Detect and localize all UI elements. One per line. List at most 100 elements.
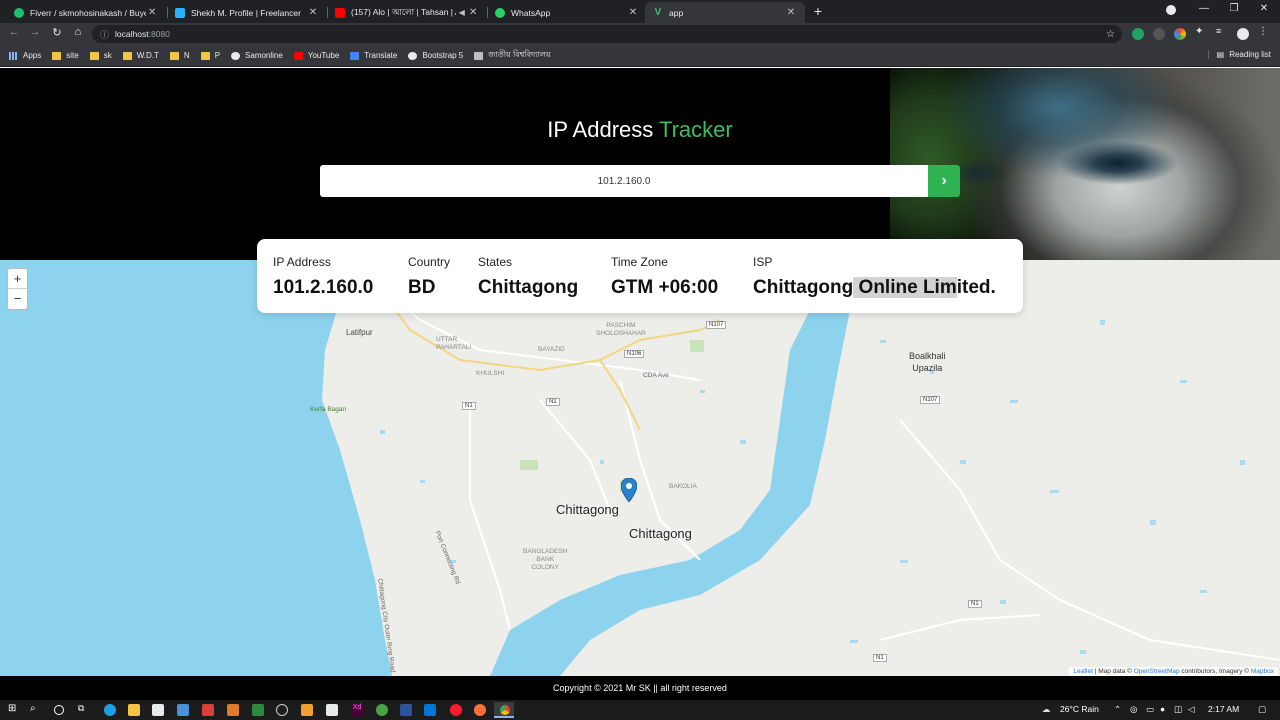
ip-search-input[interactable]	[320, 165, 928, 197]
map[interactable]: Chittagong Chittagong Boalkhali Upazila L…	[0, 260, 1280, 676]
edge-icon[interactable]	[104, 704, 116, 716]
zoom-out-button[interactable]: −	[8, 289, 27, 309]
bookmark-national-university[interactable]: জাতীয় বিশ্ববিদ্যালয়	[474, 49, 551, 62]
bookmark-apps[interactable]: Apps	[9, 51, 41, 60]
page-title: IP Address Tracker	[547, 117, 733, 142]
window-close-button[interactable]: ✕	[1256, 3, 1272, 14]
file-explorer-icon[interactable]	[128, 704, 140, 716]
translate-icon	[350, 51, 360, 60]
weather-icon[interactable]: ☁	[1042, 704, 1051, 715]
extension-icon[interactable]	[1153, 28, 1165, 40]
notepad-icon[interactable]	[326, 704, 338, 716]
hero-background-image	[890, 68, 1280, 260]
forward-arrow-icon[interactable]: →	[27, 26, 43, 38]
bookmark-p[interactable]: P	[200, 51, 220, 60]
text-selection: Online Lim	[853, 277, 957, 298]
cortana-icon[interactable]	[54, 705, 64, 715]
bookmark-translate[interactable]: Translate	[350, 51, 397, 60]
profile-icon[interactable]	[1166, 5, 1176, 15]
bookmark-site[interactable]: site	[52, 51, 79, 60]
puzzle-icon[interactable]: ✦	[1195, 26, 1207, 38]
youtube-icon	[335, 7, 345, 18]
network-icon[interactable]: ◫	[1174, 704, 1182, 715]
weather-text[interactable]: 26°C Rain	[1060, 704, 1099, 714]
leaflet-link[interactable]: Leaflet	[1073, 668, 1093, 675]
star-icon[interactable]: ☆	[1106, 29, 1115, 40]
tab-fiverr[interactable]: Fiverr / skmohosinakash / Buyer ✕	[6, 2, 166, 23]
app-icon[interactable]	[376, 704, 388, 716]
search-submit-button[interactable]: ›	[928, 165, 960, 197]
close-icon[interactable]: ✕	[785, 7, 797, 18]
bay-of-bengal	[0, 260, 392, 676]
bookmark-wdt[interactable]: W.D.T	[122, 51, 159, 60]
minimize-button[interactable]: —	[1196, 3, 1212, 14]
tab-app[interactable]: V app ✕	[645, 2, 805, 23]
app-icon[interactable]	[301, 704, 313, 716]
latifpur-label: Latifpur	[346, 328, 373, 337]
task-view-icon[interactable]: ⧉	[78, 703, 90, 715]
volume-icon[interactable]: ◁	[1188, 704, 1195, 715]
vscode-icon[interactable]	[424, 704, 436, 716]
close-icon[interactable]: ✕	[307, 7, 319, 18]
adobe-xd-icon[interactable]: Xd	[351, 704, 363, 716]
zoom-in-button[interactable]: +	[8, 269, 27, 289]
screen-recorder-icon[interactable]	[202, 704, 214, 716]
chevron-up-icon[interactable]: ⌃	[1114, 704, 1121, 715]
states-column: States Chittagong	[478, 255, 578, 299]
page: IP Address Tracker ›	[0, 68, 1280, 676]
info-icon[interactable]: ⓘ	[100, 28, 109, 41]
color-picker-icon[interactable]	[1174, 28, 1186, 40]
clock[interactable]: 2:17 AM	[1208, 704, 1239, 714]
notifications-icon[interactable]: ▢	[1258, 704, 1266, 715]
osm-link[interactable]: OpenStreetMap	[1134, 668, 1180, 675]
app-tray-icon[interactable]: ◎	[1130, 704, 1137, 715]
timezone-value: GTM +06:00	[611, 277, 719, 298]
close-icon[interactable]: ✕	[468, 7, 480, 18]
windows-start-icon[interactable]: ⊞	[8, 703, 20, 715]
menu-icon[interactable]: ⋮	[1258, 26, 1270, 38]
url-field[interactable]: ⓘ localhost:8080 ☆	[92, 25, 1122, 43]
grammarly-icon[interactable]	[1132, 28, 1144, 40]
app-icon[interactable]	[252, 704, 264, 716]
opera-icon[interactable]	[450, 704, 462, 716]
bookmark-youtube[interactable]: YouTube	[293, 51, 339, 60]
tab-freelancer[interactable]: Shekh M. Profile | Freelancer ✕	[167, 2, 327, 23]
tab-youtube[interactable]: (157) Alo | আলো | Tahsan | A ◀ ✕	[327, 2, 487, 23]
search-icon[interactable]: ⌕	[30, 703, 42, 715]
new-tab-button[interactable]: +	[810, 3, 826, 19]
bookmark-bootstrap[interactable]: Bootstrap 5	[408, 51, 463, 60]
road-shield-n106: N106	[624, 350, 645, 358]
location-marker-icon[interactable]	[621, 478, 637, 502]
microphone-icon[interactable]: ●	[1160, 704, 1165, 714]
reading-list[interactable]: ▤ Reading list	[1207, 50, 1271, 59]
store-icon[interactable]	[152, 704, 164, 716]
queue-icon[interactable]: ≡	[1216, 26, 1228, 38]
bookmarks-bar: Apps site sk W.D.T N P Samonline YouTube…	[0, 45, 1280, 67]
settings-icon[interactable]	[276, 704, 288, 716]
word-icon[interactable]	[400, 704, 412, 716]
globe-icon	[231, 51, 241, 60]
tab-title: app	[669, 7, 684, 18]
firefox-icon[interactable]	[474, 704, 486, 716]
mapbox-link[interactable]: Mapbox	[1251, 668, 1274, 675]
close-icon[interactable]: ✕	[627, 7, 639, 18]
karnaphuli-river	[490, 260, 862, 676]
url-host: localhost	[115, 29, 149, 39]
bookmark-n[interactable]: N	[169, 51, 190, 60]
close-icon[interactable]: ✕	[146, 7, 158, 18]
reload-icon[interactable]: ↻	[49, 26, 65, 39]
avatar[interactable]	[1237, 28, 1249, 40]
mute-icon[interactable]: ◀	[456, 8, 468, 17]
road-shield-n107: N107	[706, 321, 727, 329]
bookmark-samonline[interactable]: Samonline	[231, 51, 283, 60]
mail-icon[interactable]	[177, 704, 189, 716]
bookmark-sk[interactable]: sk	[89, 51, 112, 60]
road-shield-n1: N1	[546, 398, 560, 406]
app-tray-icon[interactable]: ▭	[1146, 704, 1154, 715]
home-icon[interactable]: ⌂	[70, 26, 86, 38]
back-arrow-icon[interactable]: ←	[6, 26, 22, 38]
tab-whatsapp[interactable]: WhatsApp ✕	[487, 2, 647, 23]
app-icon[interactable]	[227, 704, 239, 716]
restore-button[interactable]: ❐	[1226, 3, 1242, 14]
vue-icon: V	[654, 7, 662, 18]
